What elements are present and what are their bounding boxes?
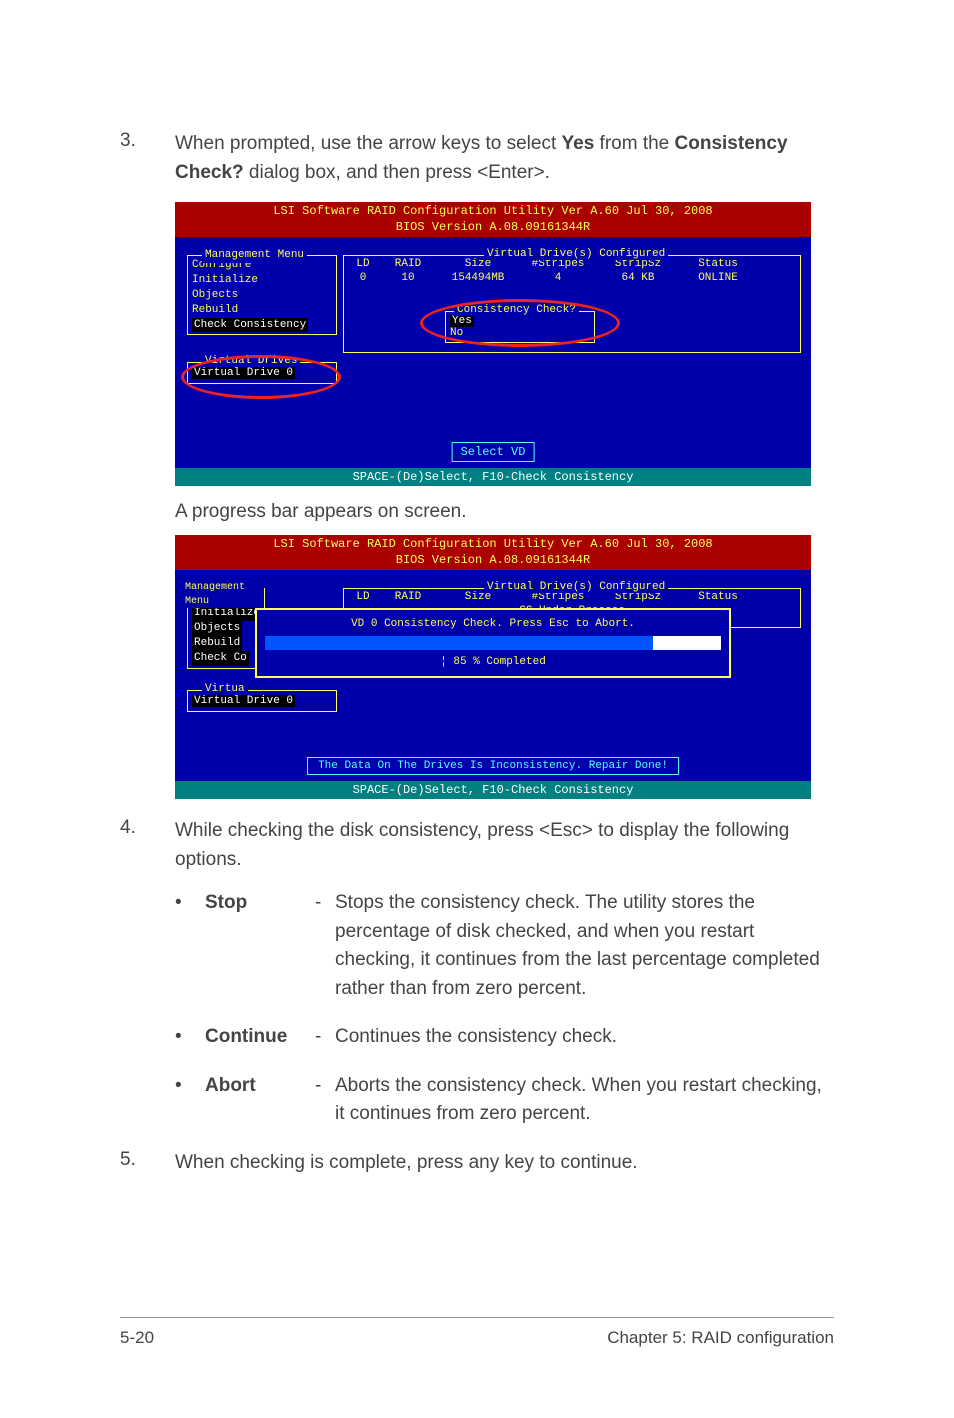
page-footer: 5-20 Chapter 5: RAID configuration xyxy=(120,1317,834,1348)
table-title: Virtual Drive(s) Configured xyxy=(484,248,668,260)
menu-rebuild[interactable]: Rebuild xyxy=(192,303,332,318)
table-title: Virtual Drive(s) Configured xyxy=(484,581,668,593)
progress-caption: A progress bar appears on screen. xyxy=(175,501,834,523)
option-abort: • Abort - Aborts the consistency check. … xyxy=(175,1072,834,1129)
chapter-title: Chapter 5: RAID configuration xyxy=(607,1328,834,1348)
bios-screenshot-1: LSI Software RAID Configuration Utility … xyxy=(175,202,811,486)
vd-item-0[interactable]: Virtual Drive 0 xyxy=(192,367,295,379)
step-number: 5. xyxy=(120,1149,175,1178)
consistency-check-dialog: Consistency Check? Yes No xyxy=(445,311,595,343)
step-5: 5. When checking is complete, press any … xyxy=(120,1149,834,1178)
dialog-title: Consistency Check? xyxy=(454,304,579,316)
progress-bar-fill xyxy=(265,636,653,650)
page-number: 5-20 xyxy=(120,1328,154,1348)
management-menu: Management Menu Configure Initialize Obj… xyxy=(187,588,265,668)
bios-screenshot-2: LSI Software RAID Configuration Utility … xyxy=(175,535,811,799)
step-4: 4. While checking the disk consistency, … xyxy=(120,817,834,874)
progress-overlay: VD 0 Consistency Check. Press Esc to Abo… xyxy=(255,608,731,678)
bios-header: LSI Software RAID Configuration Utility … xyxy=(175,535,811,570)
step-text: When checking is complete, press any key… xyxy=(175,1149,834,1178)
step-3: 3. When prompted, use the arrow keys to … xyxy=(120,130,834,187)
repair-done-label: The Data On The Drives Is Inconsistency.… xyxy=(307,757,679,775)
management-menu: Management Menu Configure Initialize Obj… xyxy=(187,255,337,335)
vd-item-0[interactable]: Virtual Drive 0 xyxy=(192,695,295,707)
virtual-drives-box: Virtua Virtual Drive 0 xyxy=(187,690,337,712)
bios-footer: SPACE-(De)Select, F10-Check Consistency xyxy=(175,781,811,799)
option-stop: • Stop - Stops the consistency check. Th… xyxy=(175,889,834,1003)
menu-title: Management Menu xyxy=(182,581,264,608)
menu-objects[interactable]: Objects xyxy=(192,288,332,303)
option-continue: • Continue - Continues the consistency c… xyxy=(175,1023,834,1052)
dialog-yes[interactable]: Yes xyxy=(450,315,474,327)
step-text: While checking the disk consistency, pre… xyxy=(175,817,834,874)
progress-message: VD 0 Consistency Check. Press Esc to Abo… xyxy=(265,618,721,630)
virtual-drives-box: Virtual Drives Virtual Drive 0 xyxy=(187,362,337,384)
options-list: • Stop - Stops the consistency check. Th… xyxy=(175,889,834,1129)
table-row: 0 10 154494MB 4 64 KB ONLINE xyxy=(344,272,800,284)
step-number: 4. xyxy=(120,817,175,874)
step-number: 3. xyxy=(120,130,175,187)
vd-title: Virtual Drives xyxy=(202,355,300,367)
menu-title: Management Menu xyxy=(202,248,307,263)
vd-title: Virtua xyxy=(202,683,248,695)
step-text: When prompted, use the arrow keys to sel… xyxy=(175,130,834,187)
dialog-no[interactable]: No xyxy=(450,327,590,339)
menu-initialize[interactable]: Initialize xyxy=(192,273,332,288)
select-vd-label: Select VD xyxy=(452,442,535,462)
bios-footer: SPACE-(De)Select, F10-Check Consistency xyxy=(175,468,811,486)
progress-percent: ¦ 85 % Completed xyxy=(265,656,721,668)
progress-bar xyxy=(265,636,721,650)
bios-header: LSI Software RAID Configuration Utility … xyxy=(175,202,811,237)
menu-check-consistency[interactable]: Check Consistency xyxy=(192,318,308,333)
